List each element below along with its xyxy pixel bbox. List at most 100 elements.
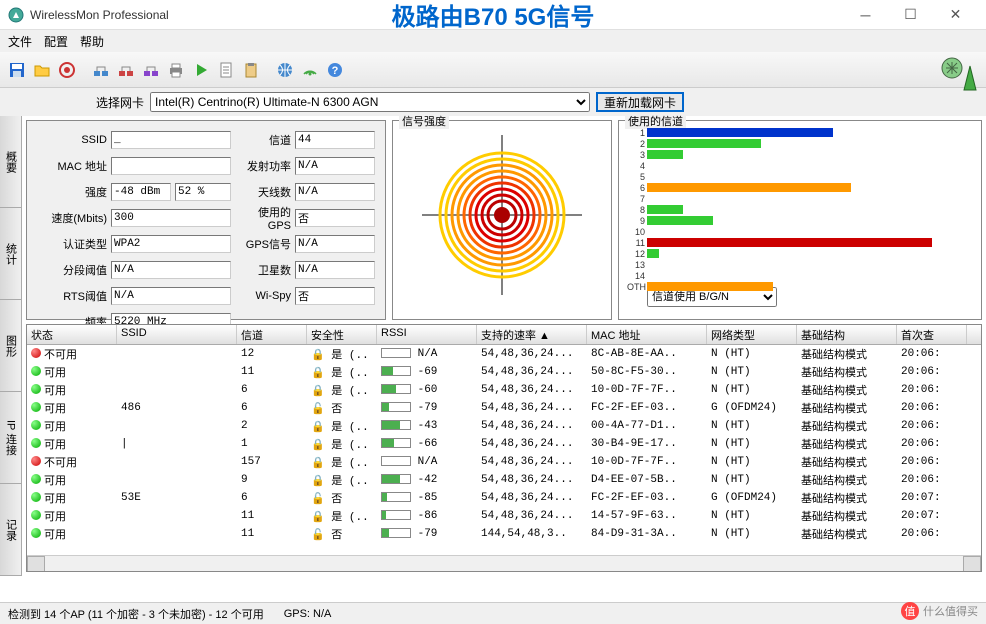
folder-icon[interactable] bbox=[31, 59, 53, 81]
status-gps: GPS: N/A bbox=[284, 608, 332, 620]
ssid-field[interactable] bbox=[111, 131, 231, 149]
grid-header-col[interactable]: 首次查 bbox=[897, 325, 967, 344]
table-row[interactable]: 可用53E6🔓 否 -8554,48,36,24...FC-2F-EF-03..… bbox=[27, 489, 981, 507]
table-row[interactable]: 可用2🔒 是 (.. -4354,48,36,24...00-4A-77-D1.… bbox=[27, 417, 981, 435]
auth-label: 认证类型 bbox=[35, 236, 107, 252]
close-button[interactable]: ✕ bbox=[933, 1, 978, 29]
grid-header-col[interactable]: 信道 bbox=[237, 325, 307, 344]
grid-header-col[interactable]: SSID bbox=[117, 325, 237, 344]
auth-field[interactable] bbox=[111, 235, 231, 253]
target-icon[interactable] bbox=[56, 59, 78, 81]
menu-file[interactable]: 文件 bbox=[8, 33, 32, 50]
antenna-icon bbox=[934, 50, 982, 101]
rts-field[interactable] bbox=[111, 287, 231, 305]
frag-field[interactable] bbox=[111, 261, 231, 279]
ap-grid: 状态SSID信道安全性RSSI支持的速率 ▲MAC 地址网络类型基础结构首次查 … bbox=[26, 324, 982, 572]
minimize-button[interactable]: ─ bbox=[843, 1, 888, 29]
table-row[interactable]: 不可用157🔒 是 (.. N/A54,48,36,24...10-0D-7F-… bbox=[27, 453, 981, 471]
gps-signal-field[interactable] bbox=[295, 235, 375, 253]
table-row[interactable]: 可用11🔒 是 (.. -6954,48,36,24...50-8C-F5-30… bbox=[27, 363, 981, 381]
signal-strength-panel: 信号强度 bbox=[392, 120, 612, 320]
table-row[interactable]: 可用|1🔒 是 (.. -6654,48,36,24...30-B4-9E-17… bbox=[27, 435, 981, 453]
vtab-3[interactable]: IP 连接 bbox=[0, 392, 21, 484]
nic-select[interactable]: Intel(R) Centrino(R) Ultimate-N 6300 AGN bbox=[150, 92, 590, 112]
table-row[interactable]: 可用11🔒 是 (.. -8654,48,36,24...14-57-9F-63… bbox=[27, 507, 981, 525]
doc-icon[interactable] bbox=[215, 59, 237, 81]
grid-header-col[interactable]: RSSI bbox=[377, 325, 477, 344]
overlay-title: 极路由B70 5G信号 bbox=[392, 0, 595, 32]
signal-icon[interactable] bbox=[299, 59, 321, 81]
net2-icon[interactable] bbox=[115, 59, 137, 81]
watermark-icon: 值 bbox=[901, 602, 919, 620]
speed-field[interactable] bbox=[111, 209, 231, 227]
vtab-1[interactable]: 统计 bbox=[0, 208, 21, 300]
save-icon[interactable] bbox=[6, 59, 28, 81]
gps-signal-label: GPS信号 bbox=[239, 236, 291, 252]
ssid-label: SSID bbox=[35, 134, 107, 146]
channel-label: 信道 bbox=[239, 132, 291, 148]
status-ap-count: 检测到 14 个AP (11 个加密 - 3 个未加密) - 12 个可用 bbox=[8, 606, 264, 622]
channels-panel: 使用的信道 1234567891011121314OTH 信道使用 B/G/N bbox=[618, 120, 982, 320]
channel-field[interactable] bbox=[295, 131, 375, 149]
nic-row: 选择网卡 Intel(R) Centrino(R) Ultimate-N 630… bbox=[0, 88, 986, 116]
globe-icon[interactable] bbox=[274, 59, 296, 81]
sat-label: 卫星数 bbox=[239, 262, 291, 278]
table-row[interactable]: 可用6🔒 是 (.. -6054,48,36,24...10-0D-7F-7F.… bbox=[27, 381, 981, 399]
table-row[interactable]: 不可用12🔒 是 (.. N/A54,48,36,24...8C-AB-8E-A… bbox=[27, 345, 981, 363]
net1-icon[interactable] bbox=[90, 59, 112, 81]
strength-pct-field[interactable] bbox=[175, 183, 231, 201]
reload-nic-button[interactable]: 重新加载网卡 bbox=[596, 92, 684, 112]
rts-label: RTS阈值 bbox=[35, 288, 107, 304]
toolbar: ? bbox=[0, 52, 986, 88]
antenna-field[interactable] bbox=[295, 183, 375, 201]
horizontal-scrollbar[interactable] bbox=[27, 555, 981, 571]
menu-config[interactable]: 配置 bbox=[44, 33, 68, 50]
channel-chart: 1234567891011121314OTH bbox=[623, 125, 977, 285]
txpower-label: 发射功率 bbox=[239, 158, 291, 174]
vtab-4[interactable]: 记录 bbox=[0, 484, 21, 576]
vtab-0[interactable]: 概要 bbox=[0, 116, 21, 208]
antenna-label: 天线数 bbox=[239, 184, 291, 200]
window-title: WirelessMon Professional bbox=[30, 8, 169, 22]
app-icon bbox=[8, 7, 24, 23]
wispy-field[interactable] bbox=[295, 287, 375, 305]
maximize-button[interactable]: ☐ bbox=[888, 1, 933, 29]
titlebar: WirelessMon Professional 极路由B70 5G信号 ─ ☐… bbox=[0, 0, 986, 30]
grid-header-col[interactable]: 支持的速率 ▲ bbox=[477, 325, 587, 344]
grid-header-col[interactable]: 网络类型 bbox=[707, 325, 797, 344]
grid-body[interactable]: 不可用12🔒 是 (.. N/A54,48,36,24...8C-AB-8E-A… bbox=[27, 345, 981, 555]
info-panel: SSID信道 MAC 地址发射功率 强度天线数 速度(Mbits)使用的GPS … bbox=[26, 120, 386, 320]
wispy-label: Wi-Spy bbox=[239, 290, 291, 302]
nic-label: 选择网卡 bbox=[96, 94, 144, 111]
gps-used-field[interactable] bbox=[295, 209, 375, 227]
statusbar: 检测到 14 个AP (11 个加密 - 3 个未加密) - 12 个可用 GP… bbox=[0, 602, 986, 624]
clipboard-icon[interactable] bbox=[240, 59, 262, 81]
mac-label: MAC 地址 bbox=[35, 158, 107, 174]
grid-header-col[interactable]: 安全性 bbox=[307, 325, 377, 344]
help-icon[interactable]: ? bbox=[324, 59, 346, 81]
mac-field[interactable] bbox=[111, 157, 231, 175]
strength-dbm-field[interactable] bbox=[111, 183, 171, 201]
vtab-2[interactable]: 图形 bbox=[0, 300, 21, 392]
table-row[interactable]: 可用11🔓 否 -79144,54,48,3..84-D9-31-3A..N (… bbox=[27, 525, 981, 543]
print-icon[interactable] bbox=[165, 59, 187, 81]
play-icon[interactable] bbox=[190, 59, 212, 81]
svg-text:?: ? bbox=[332, 65, 339, 77]
table-row[interactable]: 可用4866🔓 否 -7954,48,36,24...FC-2F-EF-03..… bbox=[27, 399, 981, 417]
net3-icon[interactable] bbox=[140, 59, 162, 81]
menu-help[interactable]: 帮助 bbox=[80, 33, 104, 50]
watermark: 值 什么值得买 bbox=[901, 602, 978, 620]
speed-label: 速度(Mbits) bbox=[35, 210, 107, 226]
txpower-field[interactable] bbox=[295, 157, 375, 175]
sat-field[interactable] bbox=[295, 261, 375, 279]
gps-used-label: 使用的GPS bbox=[239, 204, 291, 232]
signal-title: 信号强度 bbox=[399, 113, 449, 129]
strength-label: 强度 bbox=[35, 184, 107, 200]
grid-header-col[interactable]: 基础结构 bbox=[797, 325, 897, 344]
frag-label: 分段阈值 bbox=[35, 262, 107, 278]
table-row[interactable]: 可用9🔒 是 (.. -4254,48,36,24...D4-EE-07-5B.… bbox=[27, 471, 981, 489]
grid-header: 状态SSID信道安全性RSSI支持的速率 ▲MAC 地址网络类型基础结构首次查 bbox=[27, 325, 981, 345]
grid-header-col[interactable]: 状态 bbox=[27, 325, 117, 344]
vertical-tabs: 概要统计图形IP 连接记录 bbox=[0, 116, 22, 576]
grid-header-col[interactable]: MAC 地址 bbox=[587, 325, 707, 344]
